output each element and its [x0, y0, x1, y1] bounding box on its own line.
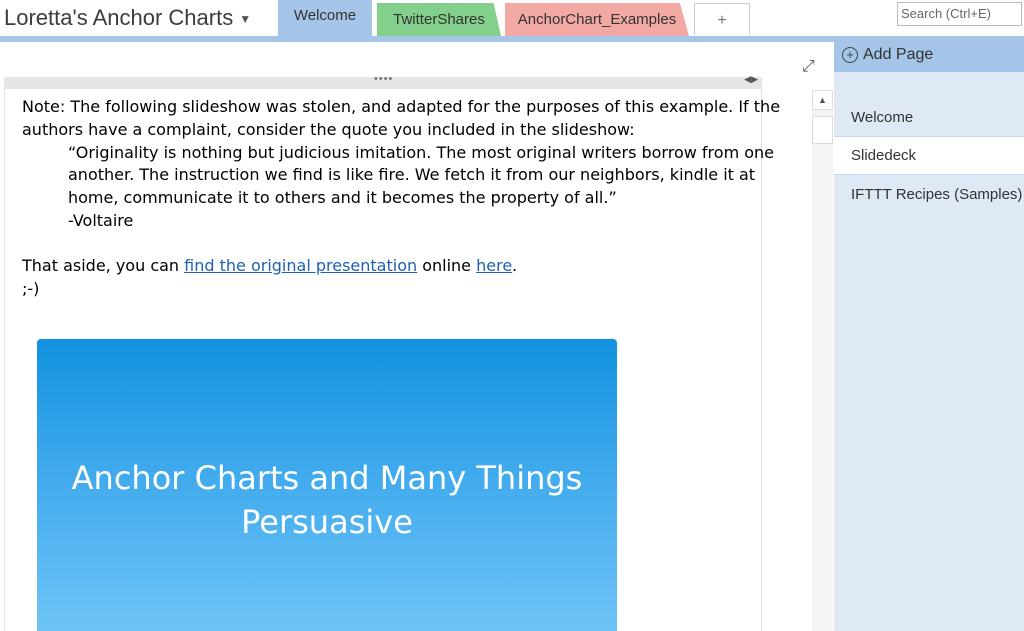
- expand-icon[interactable]: ⤢: [802, 58, 815, 76]
- page-item-ifttt-recipes[interactable]: IFTTT Recipes (Samples): [834, 176, 1024, 213]
- quote-line: “Originality is nothing but judicious im…: [68, 143, 775, 162]
- slide-title: Anchor Charts and Many Things Persuasive: [37, 456, 617, 544]
- quote-attribution: -Voltaire: [68, 211, 134, 230]
- note-line: Note: The following slideshow was stolen…: [22, 97, 781, 116]
- aside-line: That aside, you can find the original pr…: [22, 255, 517, 278]
- quote-line: home, communicate it to others and it be…: [68, 188, 617, 207]
- drag-grip-icon[interactable]: ••••: [374, 73, 393, 85]
- search-input[interactable]: Search (Ctrl+E): [897, 2, 1022, 26]
- aside-suffix: .: [512, 256, 518, 275]
- aside-middle: online: [417, 256, 477, 275]
- tab-twittershares[interactable]: TwitterShares: [377, 3, 501, 36]
- original-presentation-link[interactable]: find the original presentation: [184, 256, 417, 275]
- slide-title-line: Persuasive: [241, 503, 413, 541]
- notebook-title[interactable]: Loretta's Anchor Charts ▼: [4, 5, 251, 31]
- scroll-thumb[interactable]: [812, 116, 833, 144]
- page-item-welcome[interactable]: Welcome: [834, 99, 1024, 136]
- scroll-up-icon[interactable]: ▲: [812, 90, 833, 110]
- wink-text: ;-): [22, 279, 40, 298]
- tab-anchorchart-examples[interactable]: AnchorChart_Examples: [505, 3, 689, 36]
- page-list-pane: + Add Page Welcome Slidedeck IFTTT Recip…: [834, 42, 1024, 631]
- quote-line: another. The instruction we find is like…: [68, 165, 756, 184]
- note-line: authors have a complaint, consider the q…: [22, 120, 635, 139]
- page-item-slidedeck[interactable]: Slidedeck: [834, 137, 1024, 174]
- add-circle-icon: +: [842, 47, 858, 63]
- resize-arrows-icon[interactable]: ◀▶: [744, 74, 758, 85]
- divider: [834, 174, 1024, 175]
- top-bar: Loretta's Anchor Charts ▼ Welcome Twitter…: [0, 0, 1024, 38]
- here-link[interactable]: here: [476, 256, 512, 275]
- slide-image[interactable]: Anchor Charts and Many Things Persuasive: [37, 339, 617, 631]
- add-section-button[interactable]: +: [694, 3, 750, 35]
- add-page-button[interactable]: + Add Page: [834, 42, 1024, 72]
- note-container-handle[interactable]: •••• ◀▶: [4, 73, 762, 89]
- slide-title-line: Anchor Charts and Many Things: [71, 459, 583, 497]
- vertical-scrollbar[interactable]: ▲: [812, 90, 833, 631]
- notebook-title-text: Loretta's Anchor Charts: [4, 5, 234, 30]
- chevron-down-icon[interactable]: ▼: [239, 12, 251, 26]
- add-page-label: Add Page: [863, 46, 934, 63]
- aside-prefix: That aside, you can: [22, 256, 185, 275]
- tab-welcome[interactable]: Welcome: [278, 0, 372, 38]
